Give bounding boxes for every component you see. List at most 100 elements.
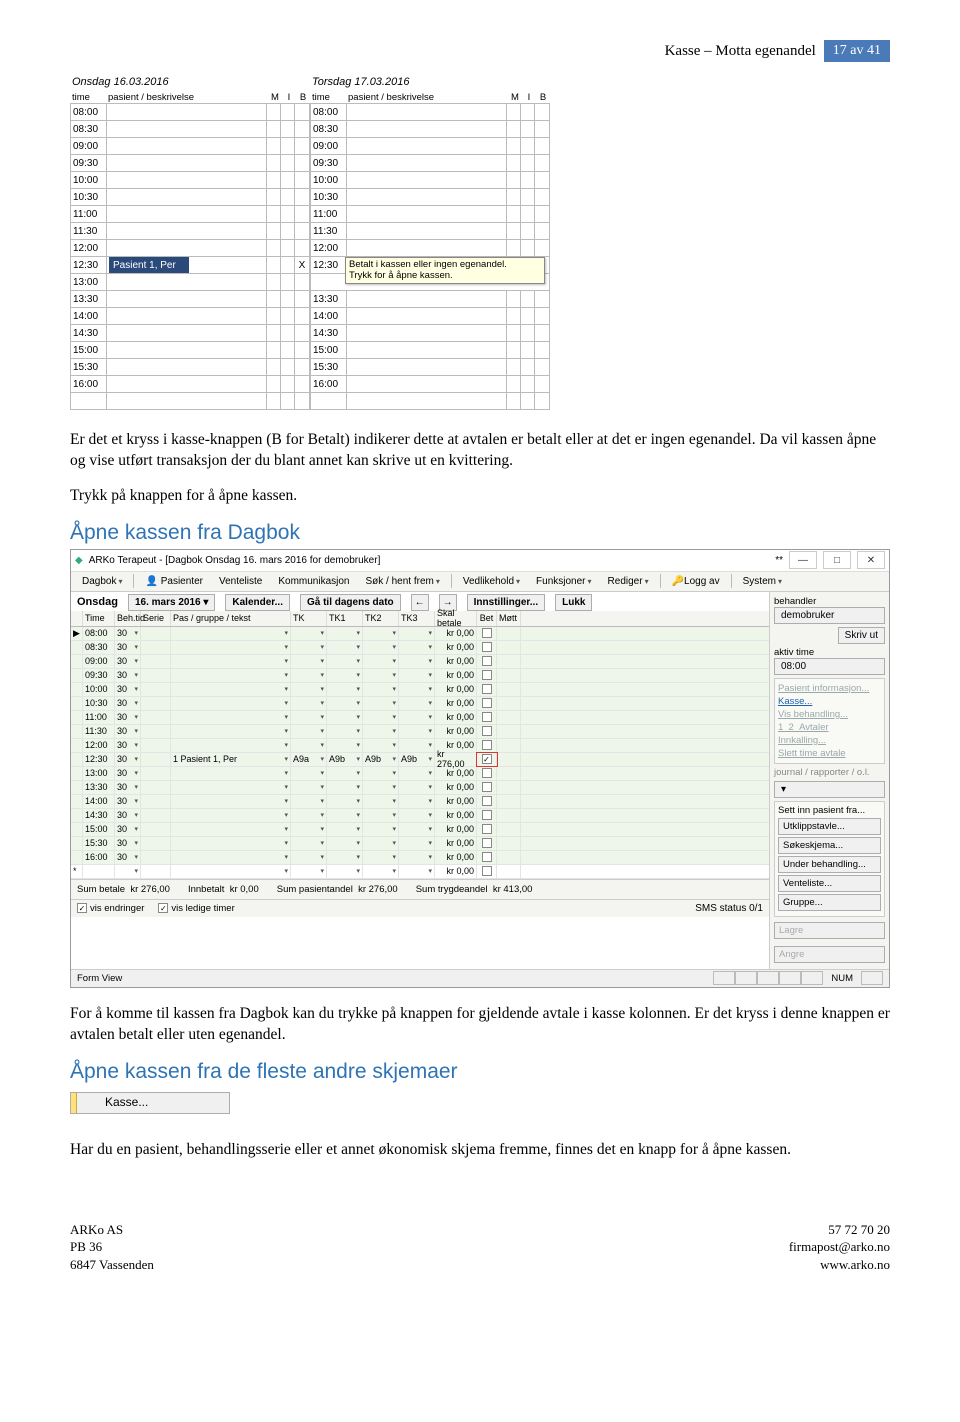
patient-cell[interactable]	[107, 121, 267, 137]
row-serie[interactable]	[141, 627, 171, 640]
grid-row[interactable]: 10:3030kr 0,00	[71, 697, 769, 711]
row-tk3[interactable]	[399, 669, 435, 682]
row-bet[interactable]	[477, 669, 497, 682]
row-patient[interactable]	[171, 823, 291, 836]
row-serie[interactable]	[141, 837, 171, 850]
row-bet[interactable]	[477, 809, 497, 822]
b-cell[interactable]	[535, 138, 549, 154]
schedule-row[interactable]: 15:00	[310, 342, 550, 359]
b-cell[interactable]	[535, 223, 549, 239]
b-cell[interactable]	[535, 206, 549, 222]
patient-cell[interactable]	[107, 376, 267, 392]
grid-row[interactable]: ▶08:0030kr 0,00	[71, 627, 769, 641]
row-tk1[interactable]: A9b	[327, 753, 363, 766]
row-tk2[interactable]	[363, 655, 399, 668]
menu-logg-av[interactable]: 🔑Logg av	[665, 574, 727, 589]
patient-cell[interactable]	[347, 223, 507, 239]
row-tk3[interactable]	[399, 809, 435, 822]
schedule-row[interactable]: 15:00	[70, 342, 310, 359]
patient-cell[interactable]: Pasient 1, Per	[107, 257, 267, 273]
i-cell[interactable]	[281, 325, 295, 341]
patient-cell[interactable]	[347, 104, 507, 120]
patient-cell[interactable]	[107, 172, 267, 188]
row-bet[interactable]	[477, 781, 497, 794]
schedule-row[interactable]: 11:00	[70, 206, 310, 223]
i-cell[interactable]	[281, 206, 295, 222]
row-tk[interactable]	[291, 725, 327, 738]
row-tk[interactable]	[291, 655, 327, 668]
grid-row[interactable]: 09:3030kr 0,00	[71, 669, 769, 683]
b-cell[interactable]	[295, 206, 309, 222]
patient-cell[interactable]	[347, 291, 507, 307]
m-cell[interactable]	[507, 359, 521, 375]
i-cell[interactable]	[281, 376, 295, 392]
row-mott[interactable]	[497, 823, 521, 836]
i-cell[interactable]	[281, 104, 295, 120]
m-cell[interactable]	[507, 206, 521, 222]
row-mott[interactable]	[497, 641, 521, 654]
grid-row[interactable]: 14:0030kr 0,00	[71, 795, 769, 809]
row-patient[interactable]	[171, 641, 291, 654]
row-tk1[interactable]	[327, 851, 363, 864]
patient-cell[interactable]	[107, 308, 267, 324]
row-tk1[interactable]	[327, 767, 363, 780]
kasse-button[interactable]: Kasse...	[70, 1092, 230, 1114]
schedule-row[interactable]: 08:00	[310, 104, 550, 121]
schedule-row[interactable]: 09:00	[310, 138, 550, 155]
m-cell[interactable]	[267, 376, 281, 392]
row-mott[interactable]	[497, 655, 521, 668]
row-tk1[interactable]	[327, 739, 363, 752]
grid-row[interactable]: 12:30301 Pasient 1, PerA9aA9bA9bA9bkr 27…	[71, 753, 769, 767]
b-cell[interactable]	[295, 274, 309, 290]
row-bet[interactable]	[477, 683, 497, 696]
m-cell[interactable]	[267, 206, 281, 222]
row-serie[interactable]	[141, 809, 171, 822]
gruppe-button[interactable]: Gruppe...	[778, 894, 881, 911]
patient-cell[interactable]	[107, 291, 267, 307]
row-mott[interactable]	[497, 739, 521, 752]
row-serie[interactable]	[141, 683, 171, 696]
i-cell[interactable]	[281, 257, 295, 273]
row-tk3[interactable]	[399, 683, 435, 696]
menu-venteliste[interactable]: Venteliste	[212, 574, 269, 589]
m-cell[interactable]	[507, 325, 521, 341]
patient-cell[interactable]	[347, 240, 507, 256]
window-max[interactable]: □	[823, 551, 851, 569]
row-patient[interactable]	[171, 837, 291, 850]
row-serie[interactable]	[141, 739, 171, 752]
row-bet[interactable]	[477, 627, 497, 640]
patient-cell[interactable]	[347, 138, 507, 154]
m-cell[interactable]	[267, 308, 281, 324]
grid-row[interactable]: 09:0030kr 0,00	[71, 655, 769, 669]
row-tk2[interactable]	[363, 641, 399, 654]
row-patient[interactable]	[171, 711, 291, 724]
row-tk[interactable]	[291, 823, 327, 836]
b-cell[interactable]	[295, 376, 309, 392]
row-tk1[interactable]	[327, 725, 363, 738]
window-min[interactable]: —	[789, 551, 817, 569]
i-cell[interactable]	[521, 291, 535, 307]
aktiv-time-field[interactable]: 08:00	[774, 658, 885, 675]
row-tk2[interactable]	[363, 627, 399, 640]
row-tk1[interactable]	[327, 655, 363, 668]
i-cell[interactable]	[521, 155, 535, 171]
m-cell[interactable]	[267, 240, 281, 256]
grid-row[interactable]: 13:3030kr 0,00	[71, 781, 769, 795]
m-cell[interactable]	[507, 308, 521, 324]
i-cell[interactable]	[521, 138, 535, 154]
patient-cell[interactable]: Betalt i kassen eller ingen egenandel.Tr…	[347, 257, 507, 273]
m-cell[interactable]	[267, 189, 281, 205]
row-tk3[interactable]	[399, 823, 435, 836]
window-close[interactable]: ✕	[857, 551, 885, 569]
i-cell[interactable]	[281, 223, 295, 239]
row-tk3[interactable]	[399, 795, 435, 808]
row-behtid[interactable]: 30	[115, 697, 141, 710]
sokeskjema-button[interactable]: Søkeskjema...	[778, 837, 881, 854]
row-tk3[interactable]	[399, 781, 435, 794]
m-cell[interactable]	[267, 325, 281, 341]
menu-vedlikehold[interactable]: Vedlikehold	[456, 574, 527, 589]
row-tk1[interactable]	[327, 697, 363, 710]
row-tk[interactable]	[291, 711, 327, 724]
row-tk[interactable]	[291, 697, 327, 710]
row-mott[interactable]	[497, 781, 521, 794]
